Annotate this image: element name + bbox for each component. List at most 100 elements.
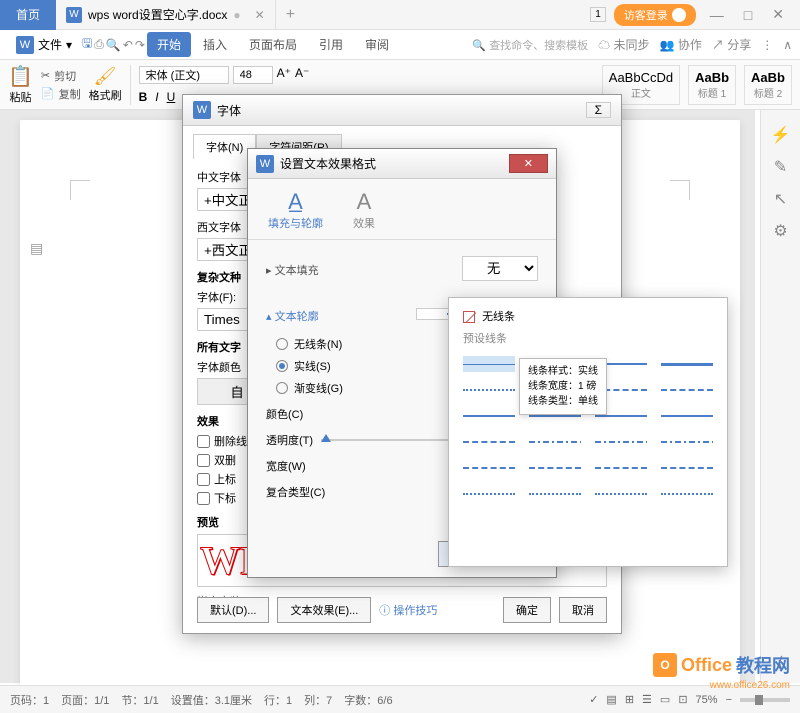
copy-button[interactable]: 📄 复制 — [41, 86, 81, 102]
line-option[interactable] — [595, 486, 647, 502]
spell-check-icon[interactable]: ✓ — [589, 693, 598, 706]
close-window-button[interactable]: ✕ — [766, 6, 790, 23]
status-chars[interactable]: 字数：6/6 — [344, 692, 392, 708]
print-icon[interactable]: ⎙ — [94, 37, 104, 52]
sidebar-settings-icon[interactable]: ⚙ — [773, 221, 787, 241]
line-option[interactable] — [595, 460, 647, 476]
line-option[interactable] — [661, 460, 713, 476]
effect-close-button[interactable]: ✕ — [509, 154, 548, 173]
zoom-fit-icon[interactable]: ⊡ — [678, 693, 687, 706]
wps-logo-icon: W — [16, 36, 34, 54]
view-outline-icon[interactable]: ☰ — [642, 693, 652, 706]
titlebar: 首页 W wps word设置空心字.docx ● ✕ + 1 访客登录 — □… — [0, 0, 800, 30]
zoom-slider[interactable] — [740, 698, 790, 702]
size-selector[interactable] — [233, 66, 273, 84]
strikethrough-checkbox[interactable] — [197, 435, 210, 448]
bold-button[interactable]: B — [139, 90, 148, 104]
width-label: 宽度(W) — [266, 458, 306, 474]
view-web-icon[interactable]: ⊞ — [625, 693, 634, 706]
line-option[interactable] — [463, 356, 515, 372]
undo-icon[interactable]: ↶ — [123, 38, 133, 52]
collapse-ribbon-icon[interactable]: ∧ — [783, 38, 792, 52]
line-option[interactable] — [661, 434, 713, 450]
sidebar-speed-icon[interactable]: ⚡ — [771, 125, 791, 145]
status-section: 节：1/1 — [121, 692, 158, 708]
tips-link[interactable]: ⓘ 操作技巧 — [379, 602, 437, 618]
share-button[interactable]: ↗ 分享 — [712, 36, 751, 53]
effects-tab[interactable]: A 效果 — [353, 189, 375, 231]
fill-select[interactable]: 无 — [462, 256, 538, 281]
tab-layout[interactable]: 页面布局 — [239, 32, 307, 57]
cut-button[interactable]: ✂ 剪切 — [41, 68, 81, 84]
no-line-option[interactable]: 无线条 — [463, 308, 713, 324]
line-option[interactable] — [661, 486, 713, 502]
minimize-button[interactable]: — — [704, 7, 730, 23]
redo-icon[interactable]: ↷ — [135, 38, 145, 52]
line-option[interactable] — [463, 434, 515, 450]
font-dialog-title[interactable]: W 字体 Σ — [183, 95, 621, 126]
line-style-popup: 无线条 预设线条 线条样式：实线 线条宽度：1 磅 线条类型：单线 — [448, 297, 728, 567]
tab-review[interactable]: 审阅 — [355, 32, 399, 57]
save-icon[interactable]: 🖫 — [82, 34, 92, 55]
line-option[interactable] — [529, 460, 581, 476]
font-ok-button[interactable]: 确定 — [503, 597, 551, 623]
sigma-button[interactable]: Σ — [586, 102, 611, 118]
add-tab-button[interactable]: + — [276, 6, 305, 24]
default-button[interactable]: 默认(D)... — [197, 597, 269, 623]
home-tab[interactable]: 首页 — [0, 0, 56, 30]
line-option[interactable] — [661, 408, 713, 424]
double-strike-checkbox[interactable] — [197, 454, 210, 467]
view-read-icon[interactable]: ▭ — [660, 693, 670, 706]
tab-start[interactable]: 开始 — [147, 32, 191, 57]
notification-badge[interactable]: 1 — [590, 7, 606, 22]
decrease-font-icon[interactable]: A⁻ — [295, 66, 309, 84]
increase-font-icon[interactable]: A⁺ — [277, 66, 291, 84]
command-search[interactable]: 🔍 查找命令、搜索模板 — [472, 37, 588, 53]
tab-reference[interactable]: 引用 — [309, 32, 353, 57]
style-heading2[interactable]: AaBb 标题 2 — [744, 65, 792, 105]
file-menu[interactable]: W 文件 ▾ — [8, 32, 80, 58]
menu-more-icon[interactable]: ⋮ — [761, 38, 773, 52]
text-effect-button[interactable]: 文本效果(E)... — [277, 597, 371, 623]
sidebar-select-icon[interactable]: ↖ — [774, 189, 787, 209]
document-tab[interactable]: W wps word设置空心字.docx ● ✕ — [56, 0, 276, 30]
sync-button[interactable]: ☁ 未同步 — [598, 36, 649, 53]
line-option[interactable] — [529, 486, 581, 502]
line-option[interactable] — [595, 434, 647, 450]
text-fill-header[interactable]: ▸ 文本填充 — [266, 262, 319, 278]
zoom-out-button[interactable]: − — [726, 694, 732, 706]
text-outline-header[interactable]: ▴ 文本轮廓 — [266, 308, 319, 324]
login-button[interactable]: 访客登录 — [614, 4, 696, 26]
view-print-icon[interactable]: ▤ — [606, 693, 616, 706]
superscript-checkbox[interactable] — [197, 473, 210, 486]
line-option[interactable] — [463, 460, 515, 476]
preview-icon[interactable]: 🔍 — [106, 38, 121, 52]
sidebar-pen-icon[interactable]: ✎ — [774, 157, 787, 177]
maximize-button[interactable]: □ — [738, 7, 758, 23]
font-cancel-button[interactable]: 取消 — [559, 597, 607, 623]
style-heading1[interactable]: AaBb 标题 1 — [688, 65, 736, 105]
underline-button[interactable]: U — [167, 90, 176, 104]
line-option[interactable] — [529, 434, 581, 450]
line-option[interactable] — [463, 408, 515, 424]
line-option[interactable] — [661, 382, 713, 398]
tab-dirty-icon: ● — [233, 8, 240, 22]
italic-button[interactable]: I — [155, 90, 158, 104]
line-option[interactable] — [661, 356, 713, 372]
status-page[interactable]: 页码：1 — [10, 692, 49, 708]
coop-button[interactable]: 👥 协作 — [660, 36, 702, 53]
fill-outline-tab[interactable]: A̲ 填充与轮廓 — [268, 189, 323, 231]
format-brush-button[interactable]: 🖌 格式刷 — [89, 66, 122, 103]
status-pages[interactable]: 页面：1/1 — [61, 692, 109, 708]
zoom-value[interactable]: 75% — [696, 694, 718, 706]
paste-button[interactable]: 📋 粘贴 — [8, 64, 33, 105]
effect-dialog-title[interactable]: W 设置文本效果格式 ✕ — [248, 149, 556, 179]
subscript-checkbox[interactable] — [197, 492, 210, 505]
font-selector[interactable] — [139, 66, 229, 84]
line-option[interactable] — [463, 382, 515, 398]
effects-tab-icon: A — [353, 189, 375, 215]
tab-insert[interactable]: 插入 — [193, 32, 237, 57]
close-tab-icon[interactable]: ✕ — [255, 8, 265, 22]
transparency-label: 透明度(T) — [266, 432, 313, 448]
line-option[interactable] — [463, 486, 515, 502]
